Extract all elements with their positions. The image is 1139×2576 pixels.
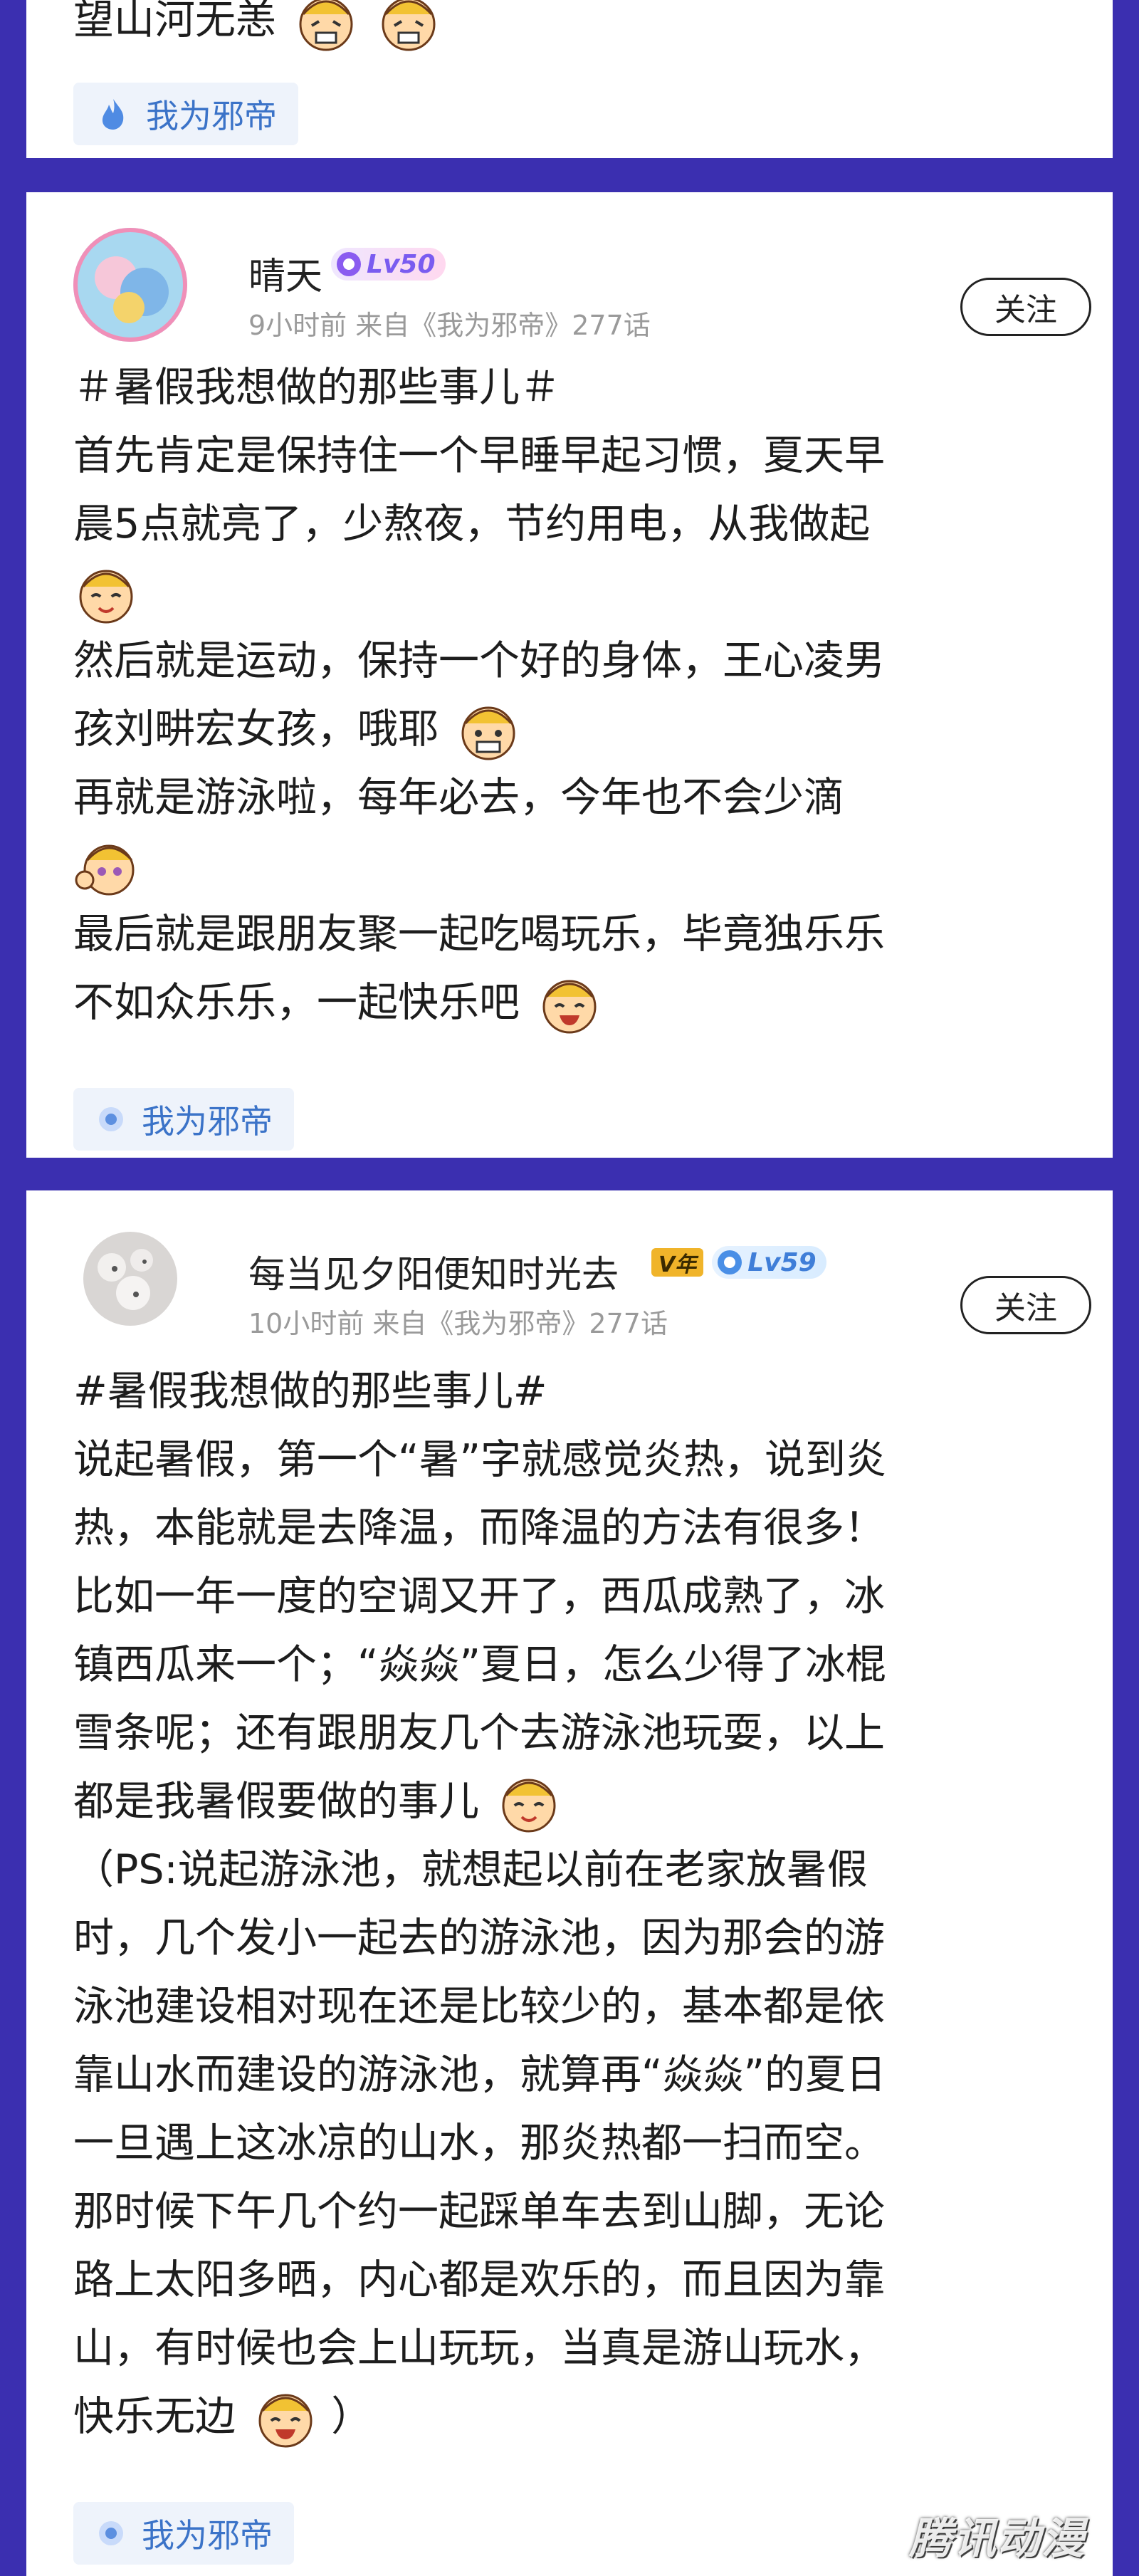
post-card: 晴天 Lv50 9小时前 来自《我为邪帝》277话 关注 ＃暑假我想做的那些事儿…	[26, 192, 1113, 1158]
post-text-line: 最后就是跟朋友聚一起吃喝玩乐，毕竟独乐乐	[73, 911, 885, 958]
watermark-logo: 腾讯动漫	[909, 2514, 1086, 2564]
username[interactable]: 晴天	[248, 246, 322, 300]
post-header: 晴天 Lv50 9小时前 来自《我为邪帝》277话 关注	[73, 219, 1091, 342]
follow-button[interactable]: 关注	[960, 1276, 1091, 1334]
username[interactable]: 每当见夕阳便知时光去	[248, 1245, 619, 1298]
post-text-line: ＃暑假我想做的那些事儿＃	[73, 364, 560, 411]
post-text-line: 靠山水而建设的游泳池，就算再“焱焱”的夏日	[73, 2051, 887, 2098]
post-card: 每当见夕阳便知时光去 V年 Lv59 10小时前 来自《我为邪帝》277话 关注…	[26, 1190, 1113, 2576]
post-text-line: 再就是游泳啦，每年必去，今年也不会少滴	[73, 774, 844, 821]
post-text-line: 都是我暑假要做的事儿	[73, 1767, 886, 1836]
post-text-line: 然后就是运动，保持一个好的身体，王心凌男	[73, 637, 885, 684]
smiling-emoji-icon	[79, 570, 133, 624]
post-text-line: 不如众乐乐，一起快乐吧	[73, 968, 885, 1037]
comic-tag[interactable]: 我为邪帝	[73, 83, 298, 145]
badges: Lv50	[331, 248, 446, 281]
post-meta: 10小时前 来自《我为邪帝》277话	[248, 1308, 668, 1339]
post-text-line: （PS:说起游泳池，就想起以前在老家放暑假	[73, 1846, 868, 1893]
badges: V年 Lv59	[651, 1246, 826, 1279]
post-card: 望山河无恙 我为邪帝	[26, 0, 1113, 158]
tag-dot-icon	[99, 2521, 123, 2545]
avatar[interactable]	[73, 228, 187, 342]
post-text-line: 热，本能就是去降温，而降温的方法有很多！	[73, 1504, 885, 1551]
post-text-line: 那时候下午几个约一起踩单车去到山脚，无论	[73, 2188, 885, 2235]
level-gem-icon	[337, 252, 361, 276]
post-text-line: 首先肯定是保持住一个早睡早起习惯，夏天早	[73, 432, 885, 479]
post-text-line: 路上太阳多晒，内心都是欢乐的，而且因为靠	[73, 2256, 885, 2303]
post-text-line: 孩刘畊宏女孩，哦耶	[73, 695, 885, 763]
post-text-line: 比如一年一度的空调又开了，西瓜成熟了，冰	[73, 1573, 885, 1620]
comic-tag-label: 我为邪帝	[146, 97, 277, 135]
post-text-line	[73, 832, 885, 900]
tag-dot-icon	[99, 1107, 123, 1131]
laughing-emoji-icon	[299, 0, 353, 51]
vip-year-badge: V年	[651, 1248, 704, 1277]
level-gem-icon	[718, 1250, 742, 1274]
post-content: #暑假我想做的那些事儿# 说起暑假，第一个“暑”字就感觉炎热，说到炎 热，本能就…	[73, 1357, 886, 2451]
comic-tag-label: 我为邪帝	[142, 1102, 273, 1141]
flame-icon	[102, 99, 124, 130]
post-text-line: 镇西瓜来一个；“焱焱”夏日，怎么少得了冰棍	[73, 1641, 887, 1688]
laughing-emoji-icon	[258, 2394, 313, 2448]
ok-hand-emoji-icon	[75, 844, 135, 896]
grinning-emoji-icon	[461, 706, 515, 760]
laughing-emoji-icon	[542, 980, 597, 1034]
post-text-line: 晨5点就亮了，少熬夜，节约用电，从我做起	[73, 501, 871, 548]
post-text-line: 望山河无恙	[73, 0, 441, 54]
level-badge: Lv50	[331, 248, 446, 281]
comic-tag[interactable]: 我为邪帝	[73, 1088, 294, 1151]
level-badge: Lv59	[712, 1246, 826, 1279]
post-text-line: 雪条呢；还有跟朋友几个去游泳池玩耍，以上	[73, 1710, 885, 1756]
comic-tag-label: 我为邪帝	[142, 2516, 273, 2555]
post-text-line: #暑假我想做的那些事儿#	[73, 1368, 547, 1415]
post-text-line	[73, 558, 885, 627]
post-header: 每当见夕阳便知时光去 V年 Lv59 10小时前 来自《我为邪帝》277话 关注	[73, 1218, 1091, 1339]
smiling-emoji-icon	[502, 1779, 556, 1833]
follow-button[interactable]: 关注	[960, 278, 1091, 336]
post-meta: 9小时前 来自《我为邪帝》277话	[248, 310, 651, 341]
post-text-line: 快乐无边 ）	[73, 2382, 886, 2451]
post-text-line: 泳池建设相对现在还是比较少的，基本都是依	[73, 1983, 885, 2030]
post-text-line: 一旦遇上这冰凉的山水，那炎热都一扫而空。	[73, 2120, 885, 2167]
laughing-emoji-icon	[382, 0, 436, 51]
post-content: ＃暑假我想做的那些事儿＃ 首先肯定是保持住一个早睡早起习惯，夏天早 晨5点就亮了…	[73, 353, 885, 1037]
avatar[interactable]	[83, 1232, 177, 1326]
post-text-line: 说起暑假，第一个“暑”字就感觉炎热，说到炎	[73, 1436, 887, 1483]
comic-tag[interactable]: 我为邪帝	[73, 2502, 294, 2565]
post-text-line: 山，有时候也会上山玩玩，当真是游山玩水，	[73, 2325, 885, 2372]
post-text-line: 时，几个发小一起去的游泳池，因为那会的游	[73, 1915, 885, 1962]
